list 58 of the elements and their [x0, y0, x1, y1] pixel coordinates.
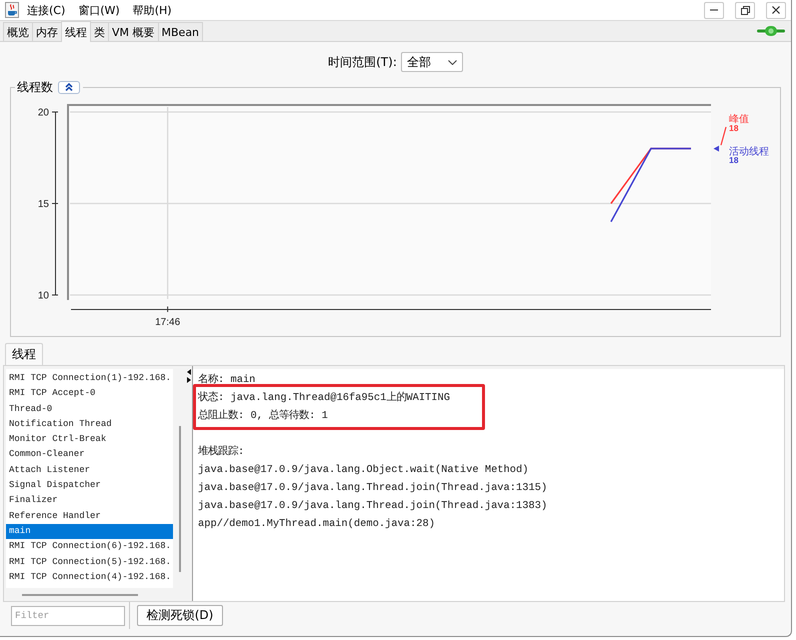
thread-list-item[interactable]: RMI TCP Connection(6)-192.168. — [6, 539, 173, 555]
detail-text: 名称: main — [198, 372, 256, 388]
stack-frame: app//demo1.MyThread.main(demo.java:28) — [198, 515, 784, 533]
detail-text: 状态: java.lang.Thread@16fa95c1上的WAITING — [198, 390, 452, 406]
tab[interactable]: MBean — [158, 22, 204, 41]
y-tick-label: 20 — [38, 108, 49, 118]
chart-title: 线程数 — [17, 80, 53, 94]
chevron-down-icon — [448, 60, 457, 64]
y-tick-label: 10 — [38, 290, 49, 302]
time-range-label: 时间范围(T): — [328, 54, 397, 70]
stack-frame: java.base@17.0.9/java.lang.Thread.join(Thread.java:1383) — [198, 497, 784, 515]
stack-frame: java.base@17.0.9/java.lang.Thread.join(Thread.java:1315) — [198, 479, 784, 497]
legend-label: 峰值 — [729, 114, 749, 125]
menu-item[interactable]: 连接(C) — [24, 2, 68, 18]
value-marker-icon — [714, 146, 719, 152]
minimize-icon — [710, 9, 718, 11]
menu-item[interactable]: 窗口(W) — [75, 2, 123, 18]
leader-line — [720, 126, 727, 146]
collapse-button[interactable] — [58, 80, 80, 94]
thread-list-item[interactable]: Thread-0 — [6, 402, 173, 417]
coffee-cup-icon[interactable] — [5, 2, 19, 18]
thread-list-item[interactable]: Attach Listener — [6, 462, 173, 478]
tab[interactable]: 线程 — [61, 21, 91, 42]
splitter-arrows-icon[interactable] — [187, 369, 191, 383]
legend-label: 活动线程 — [729, 146, 769, 158]
filter-field[interactable]: Filter — [11, 606, 125, 626]
stack-trace-title: 堆栈跟踪: — [198, 444, 246, 460]
thread-list-item[interactable]: Finalizer — [6, 493, 173, 509]
close-button[interactable] — [766, 2, 786, 18]
thread-list-item[interactable]: Reference Handler — [6, 508, 173, 524]
thread-list-item[interactable]: RMI TCP Accept-0 — [6, 386, 173, 402]
detect-deadlock-button[interactable]: 检测死锁(D) — [137, 605, 223, 626]
thread-list-item[interactable]: Monitor Ctrl-Break — [6, 432, 173, 448]
stack-frame: java.base@17.0.9/java.lang.Object.wait(Native Method) — [198, 461, 784, 479]
threads-tab[interactable]: 线程 — [5, 343, 43, 365]
time-range-dropdown[interactable]: 全部 — [400, 52, 463, 72]
legend-value: 18 — [729, 155, 738, 165]
legend-value: 18 — [729, 123, 738, 133]
menu-item[interactable]: 帮助(H) — [130, 2, 175, 18]
thread-list-item[interactable]: RMI TCP Connection(5)-192.168. — [6, 554, 173, 570]
x-tick-label: 17:46 — [155, 317, 180, 328]
close-icon — [772, 6, 780, 14]
detail-text: 总阻止数: 0, 总等待数: 1 — [198, 408, 329, 424]
plug-icon — [757, 25, 785, 37]
thread-list-item[interactable]: Common-Cleaner — [6, 447, 173, 463]
restore-button[interactable] — [735, 2, 755, 18]
thread-list-item[interactable]: main — [6, 524, 173, 540]
thread-list-item[interactable]: RMI TCP Connection(1)-192.168. — [6, 371, 173, 386]
scrollbar-thumb[interactable] — [22, 594, 138, 596]
thread-list-item[interactable]: Notification Thread — [6, 416, 173, 432]
restore-icon — [740, 6, 750, 14]
y-tick-label: 15 — [38, 199, 49, 210]
tab[interactable]: 概览 — [3, 22, 33, 41]
double-chevron-up-icon — [65, 83, 73, 91]
scrollbar-thumb[interactable] — [179, 426, 181, 572]
minimize-button[interactable] — [704, 2, 724, 18]
thread-list-item[interactable]: Signal Dispatcher — [6, 478, 173, 494]
thread-list-item[interactable]: RMI TCP Connection(4)-192.168. — [6, 570, 173, 586]
